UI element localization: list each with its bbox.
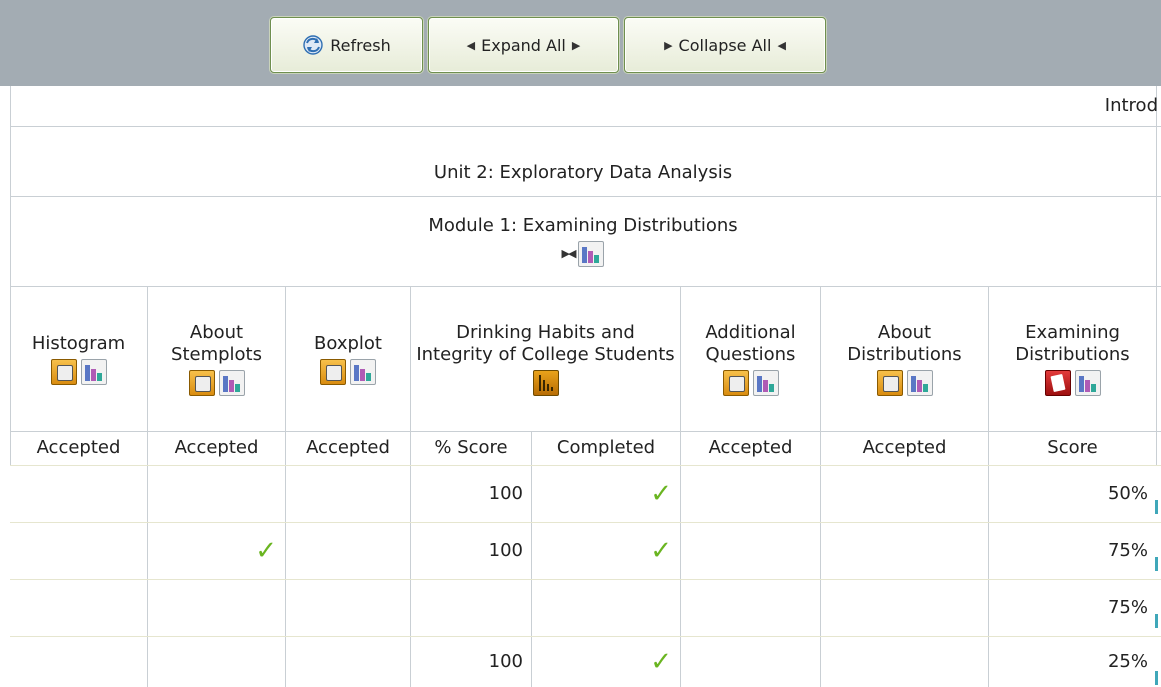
status-label: Accepted bbox=[306, 437, 390, 458]
score-cell: 50% bbox=[1107, 483, 1148, 504]
section-label: Introd bbox=[1104, 95, 1158, 116]
review-icon[interactable] bbox=[50, 358, 77, 385]
collapse-module-icon[interactable]: ▶◀ bbox=[562, 243, 577, 265]
triangle-right-icon: ▶ bbox=[664, 38, 673, 52]
column-title: Examining Distributions bbox=[1015, 321, 1130, 365]
status-header: Accepted bbox=[10, 431, 147, 465]
column-drinking-habits: Drinking Habits and Integrity of College… bbox=[411, 286, 680, 431]
module-header: Module 1: Examining Distributions ▶◀ bbox=[10, 196, 1156, 286]
column-about-distributions: About Distributions bbox=[821, 286, 988, 431]
score-bar bbox=[1155, 614, 1158, 628]
status-header: Accepted bbox=[821, 431, 988, 465]
stats-icon[interactable] bbox=[906, 369, 933, 396]
check-icon bbox=[148, 466, 285, 522]
review-icon[interactable] bbox=[876, 369, 903, 396]
score-cell: 25% bbox=[1107, 651, 1148, 672]
status-label: % Score bbox=[434, 437, 508, 458]
status-label: Score bbox=[1047, 437, 1098, 458]
pct-score-cell: 100 bbox=[488, 651, 523, 672]
column-about-stemplots: About Stemplots bbox=[148, 286, 285, 431]
column-examining-distributions: Examining Distributions bbox=[989, 286, 1156, 431]
stats-icon[interactable] bbox=[80, 358, 107, 385]
unit-header: Unit 2: Exploratory Data Analysis bbox=[10, 150, 1156, 196]
expand-all-button[interactable]: ◀ Expand All ▶ bbox=[428, 17, 619, 73]
column-title: Drinking Habits and Integrity of College… bbox=[416, 321, 675, 365]
status-header: Accepted bbox=[286, 431, 410, 465]
column-additional-questions: Additional Questions bbox=[681, 286, 820, 431]
score-cell: 75% bbox=[1107, 597, 1148, 618]
status-header: Score bbox=[989, 431, 1156, 465]
review-icon[interactable] bbox=[188, 369, 215, 396]
pct-score-cell bbox=[411, 580, 531, 636]
status-header: Accepted bbox=[148, 431, 285, 465]
triangle-left-icon: ◀ bbox=[466, 38, 476, 52]
stats-icon[interactable] bbox=[752, 369, 779, 396]
refresh-button[interactable]: Refresh bbox=[270, 17, 423, 73]
expand-all-label: Expand All bbox=[481, 35, 566, 55]
score-bar bbox=[1155, 500, 1158, 514]
collapse-all-label: Collapse All bbox=[678, 35, 772, 55]
review-icon[interactable] bbox=[320, 358, 346, 385]
section-header: Introd bbox=[10, 86, 1158, 126]
status-header: % Score bbox=[411, 431, 531, 465]
pdf-icon[interactable] bbox=[1044, 369, 1071, 396]
stats-icon[interactable] bbox=[578, 241, 605, 267]
stats-icon[interactable] bbox=[218, 369, 245, 396]
check-icon: ✓ bbox=[650, 647, 672, 677]
pct-score-cell: 100 bbox=[488, 540, 523, 561]
stats-icon[interactable] bbox=[1074, 369, 1101, 396]
column-title: Histogram bbox=[31, 332, 126, 354]
score-cell: 75% bbox=[1107, 540, 1148, 561]
module-title: Module 1: Examining Distributions bbox=[428, 215, 738, 236]
column-histogram: Histogram bbox=[10, 286, 147, 431]
status-label: Completed bbox=[556, 437, 656, 458]
column-title: Boxplot bbox=[314, 332, 382, 354]
refresh-icon bbox=[303, 35, 323, 55]
status-header: Accepted bbox=[681, 431, 820, 465]
refresh-label: Refresh bbox=[330, 35, 391, 55]
status-label: Accepted bbox=[708, 437, 793, 458]
unit-title: Unit 2: Exploratory Data Analysis bbox=[433, 162, 733, 183]
status-header: Completed bbox=[532, 431, 680, 465]
review-icon[interactable] bbox=[722, 369, 749, 396]
status-label: Accepted bbox=[862, 437, 947, 458]
column-title: About Distributions bbox=[847, 321, 962, 365]
triangle-left-icon: ◀ bbox=[777, 38, 786, 52]
check-icon: ✓ bbox=[650, 479, 672, 509]
status-label: Accepted bbox=[174, 437, 259, 458]
triangle-right-icon: ▶ bbox=[571, 38, 581, 52]
score-bar bbox=[1155, 557, 1158, 571]
check-icon: ✓ bbox=[255, 536, 277, 566]
pct-score-cell: 100 bbox=[488, 483, 523, 504]
stats-icon[interactable] bbox=[350, 358, 376, 385]
column-boxplot: Boxplot bbox=[286, 286, 410, 431]
column-title: Additional Questions bbox=[705, 321, 796, 365]
toolbar: Refresh ◀ Expand All ▶ ▶ Collapse All ◀ bbox=[0, 0, 1161, 86]
column-title: About Stemplots bbox=[171, 321, 262, 365]
check-icon: ✓ bbox=[650, 536, 672, 566]
collapse-all-button[interactable]: ▶ Collapse All ◀ bbox=[624, 17, 826, 73]
bar-chart-icon[interactable] bbox=[532, 369, 559, 396]
score-bar bbox=[1155, 671, 1158, 685]
status-label: Accepted bbox=[36, 437, 121, 458]
